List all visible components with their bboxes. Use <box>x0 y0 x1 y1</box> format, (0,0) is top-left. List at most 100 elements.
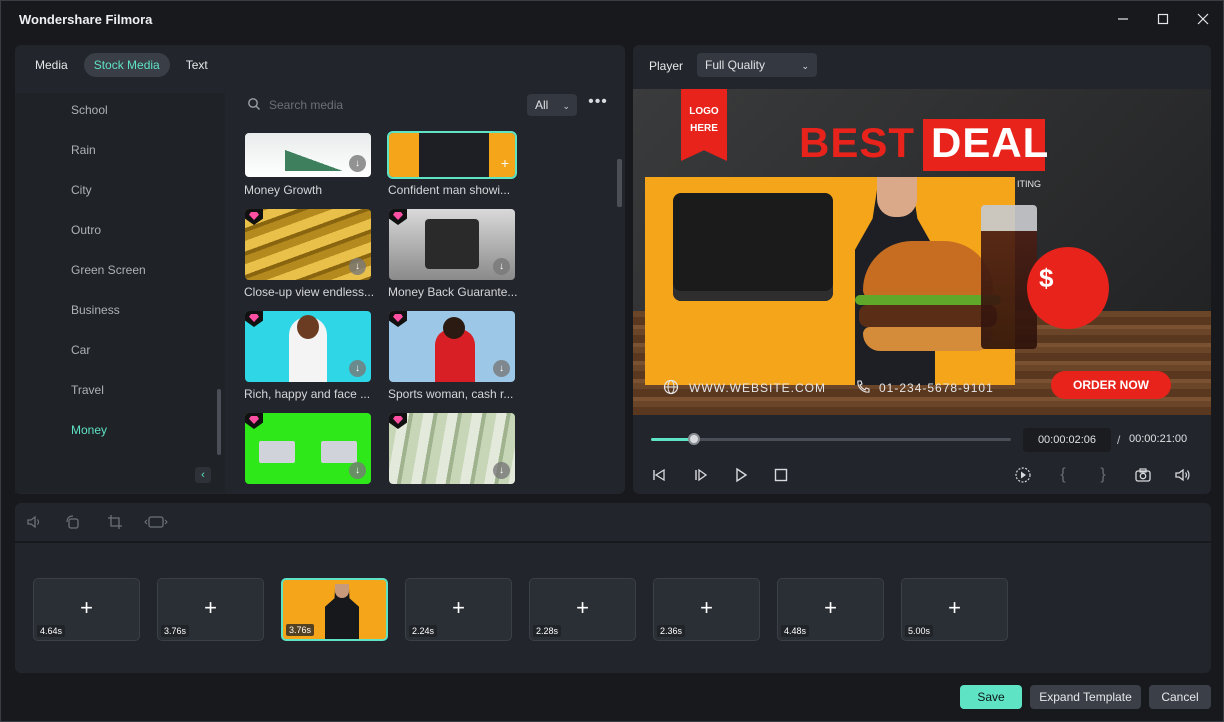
crop-tool-button[interactable] <box>105 513 125 531</box>
camera-icon <box>1135 468 1151 482</box>
media-thumb-money-growth[interactable]: ↓ <box>245 133 371 177</box>
category-list: School Rain City Outro Green Screen Busi… <box>15 93 225 493</box>
cancel-button[interactable]: Cancel <box>1149 685 1211 709</box>
media-thumb-confident-man[interactable]: + <box>387 131 517 179</box>
timeline-slot[interactable]: + 4.48s <box>777 578 884 641</box>
category-item[interactable]: School <box>71 103 108 117</box>
category-item-money[interactable]: Money <box>71 423 107 437</box>
category-item[interactable]: Travel <box>71 383 104 397</box>
category-item[interactable]: Car <box>71 343 90 357</box>
prev-frame-button[interactable] <box>649 465 669 485</box>
current-time[interactable]: 00:00:02:06 <box>1023 428 1111 452</box>
fit-tool-button[interactable] <box>143 513 169 531</box>
play-button[interactable] <box>731 465 751 485</box>
woman-head <box>297 315 319 339</box>
category-item[interactable]: Rain <box>71 143 96 157</box>
download-icon[interactable]: ↓ <box>349 155 366 172</box>
filter-value: All <box>535 98 549 112</box>
premium-gem-icon <box>245 311 263 327</box>
mark-out-icon[interactable]: } <box>1093 465 1113 485</box>
mark-in-icon[interactable]: { <box>1053 465 1073 485</box>
quality-value: Full Quality <box>705 58 766 72</box>
media-thumb-dollar-bills[interactable]: ↓ <box>389 413 515 484</box>
slot-duration: 4.64s <box>37 625 66 637</box>
audio-tool-button[interactable] <box>25 513 45 531</box>
tab-text[interactable]: Text <box>176 53 218 77</box>
video-preview[interactable]: LOGO HERE BEST DEAL ITING $ WWW.WEBSITE.… <box>633 89 1211 415</box>
volume-button[interactable] <box>1173 465 1193 485</box>
category-scrollbar[interactable] <box>217 389 221 455</box>
close-button[interactable] <box>1187 7 1219 31</box>
timeline-slot[interactable]: + 2.28s <box>529 578 636 641</box>
category-item[interactable]: City <box>71 183 92 197</box>
headline-deal: DEAL <box>931 119 1050 166</box>
add-icon[interactable]: + <box>501 155 509 171</box>
category-item[interactable]: Outro <box>71 223 101 237</box>
stop-button[interactable] <box>771 465 791 485</box>
media-thumb-gold-bars[interactable]: ↓ <box>245 209 371 280</box>
laptop-graphic <box>321 441 357 463</box>
time-separator: / <box>1117 433 1121 447</box>
next-frame-button[interactable] <box>691 465 711 485</box>
slot-duration: 5.00s <box>905 625 934 637</box>
download-icon[interactable]: ↓ <box>349 360 366 377</box>
timeline-slot[interactable]: + 2.36s <box>653 578 760 641</box>
media-label: Confident man showi... <box>388 183 511 197</box>
quality-dropdown[interactable]: Full Quality ⌄ <box>697 53 817 77</box>
rotate-tool-button[interactable] <box>63 513 83 531</box>
media-thumb-sports-woman[interactable]: ↓ <box>389 311 515 382</box>
premium-gem-icon <box>389 311 407 327</box>
expand-template-button[interactable]: Expand Template <box>1030 685 1141 709</box>
phone-text: 01-234-5678-9101 <box>879 381 994 395</box>
close-icon <box>1197 13 1209 25</box>
tab-media[interactable]: Media <box>25 53 78 77</box>
globe-icon <box>663 379 679 395</box>
media-thumb-money-back[interactable]: ↓ <box>389 209 515 280</box>
filter-dropdown[interactable]: All ⌄ <box>527 94 577 116</box>
download-icon[interactable]: ↓ <box>493 360 510 377</box>
minimize-icon <box>1118 18 1128 20</box>
template-timeline: + 4.64s + 3.76s 3.76s + 2.24s + 2.28s + … <box>15 543 1211 673</box>
download-icon[interactable]: ↓ <box>349 258 366 275</box>
total-time: 00:00:21:00 <box>1129 433 1188 445</box>
crop-icon <box>108 515 122 529</box>
woman-head <box>443 317 465 339</box>
tablet-graphic <box>425 219 479 269</box>
edit-toolbar <box>15 503 1211 541</box>
timeline-slot[interactable]: + 2.24s <box>405 578 512 641</box>
download-icon[interactable]: ↓ <box>493 462 510 479</box>
download-icon[interactable]: ↓ <box>349 462 366 479</box>
progress-knob[interactable] <box>688 433 701 445</box>
collapse-sidebar-button[interactable]: ‹ <box>195 467 211 483</box>
media-label: Rich, happy and face ... <box>244 387 371 401</box>
burger-bun <box>863 241 993 299</box>
category-item[interactable]: Green Screen <box>71 263 146 277</box>
man-face <box>877 177 917 217</box>
app-title: Wondershare Filmora <box>19 12 153 27</box>
timeline-slot-selected[interactable]: 3.76s <box>281 578 388 641</box>
minimize-button[interactable] <box>1107 7 1139 31</box>
grid-scrollbar[interactable] <box>617 159 622 207</box>
timeline-slot[interactable]: + 3.76s <box>157 578 264 641</box>
download-icon[interactable]: ↓ <box>493 258 510 275</box>
slot-duration: 2.24s <box>409 625 438 637</box>
media-label: Close-up view endless... <box>244 285 374 299</box>
category-item[interactable]: Business <box>71 303 120 317</box>
snapshot-button[interactable] <box>1133 465 1153 485</box>
burger-bottom-bun <box>863 327 993 351</box>
timeline-slot[interactable]: + 4.64s <box>33 578 140 641</box>
search-input[interactable] <box>269 96 519 114</box>
render-preview-button[interactable] <box>1013 465 1033 485</box>
media-thumb-laptops-green[interactable]: ↓ <box>245 413 371 484</box>
media-thumb-rich-happy[interactable]: ↓ <box>245 311 371 382</box>
clip-thumbnail-face <box>335 584 349 598</box>
timeline-slot[interactable]: + 5.00s <box>901 578 1008 641</box>
step-forward-icon <box>695 468 708 482</box>
briefcase-graphic <box>673 193 833 301</box>
playback-progress[interactable] <box>651 433 1011 445</box>
slot-duration: 2.36s <box>657 625 686 637</box>
more-icon[interactable]: ••• <box>587 94 609 115</box>
save-button[interactable]: Save <box>960 685 1022 709</box>
maximize-button[interactable] <box>1147 7 1179 31</box>
tab-stock-media[interactable]: Stock Media <box>83 53 170 77</box>
